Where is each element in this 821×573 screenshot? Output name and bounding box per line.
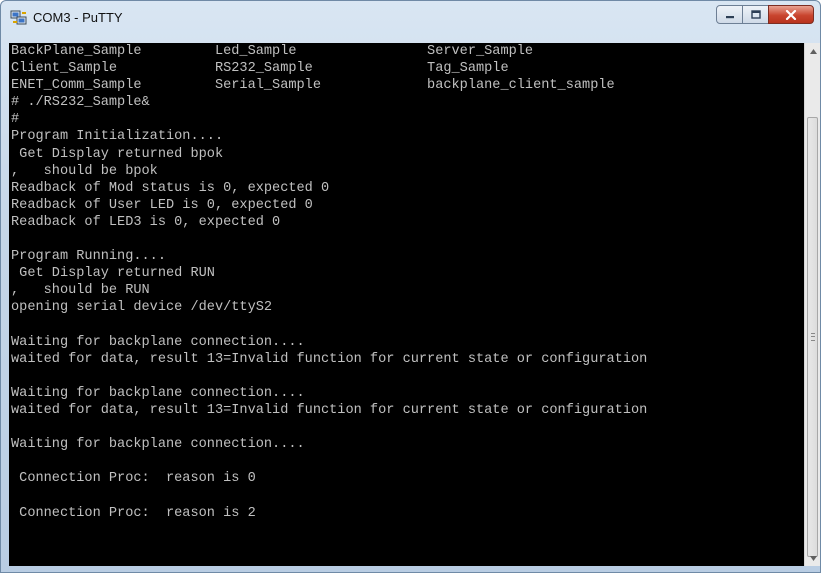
terminal-line: Get Display returned RUN — [11, 266, 215, 282]
window-title: COM3 - PuTTY — [33, 10, 123, 25]
minimize-icon — [725, 15, 734, 18]
terminal-line: Connection Proc: reason is 0 — [11, 471, 256, 487]
terminal-line: Waiting for backplane connection.... — [11, 334, 305, 350]
close-icon — [785, 9, 797, 20]
terminal-line: Readback of Mod status is 0, expected 0 — [11, 180, 330, 196]
terminal-line: Client_Sample RS232_Sample Tag_Sample — [11, 61, 509, 77]
terminal-line: Program Running.... — [11, 249, 166, 265]
terminal-line: , should be bpok — [11, 163, 158, 179]
close-button[interactable] — [768, 5, 814, 24]
putty-window: COM3 - PuTTY BackPlane_Sample Led_Sample… — [0, 0, 821, 573]
scrollbar-grip — [811, 333, 815, 341]
minimize-button[interactable] — [716, 5, 743, 24]
terminal-line: Program Initialization.... — [11, 129, 224, 145]
terminal-line: Waiting for backplane connection.... — [11, 385, 305, 401]
terminal-line: opening serial device /dev/ttyS2 — [11, 300, 273, 316]
terminal-line: , should be RUN — [11, 283, 150, 299]
terminal-line: Connection Proc: reason is 2 — [11, 505, 256, 521]
terminal-line: ENET_Comm_Sample Serial_Sample backplane… — [11, 78, 615, 94]
terminal-line: # ./RS232_Sample& — [11, 95, 150, 111]
maximize-icon — [750, 10, 761, 19]
window-controls — [716, 5, 814, 24]
scrollbar-thumb[interactable] — [807, 117, 818, 557]
terminal-output[interactable]: BackPlane_Sample Led_Sample Server_Sampl… — [9, 43, 804, 566]
scroll-down-arrow-icon — [809, 555, 817, 561]
scroll-up-arrow-icon — [809, 48, 817, 54]
putty-computers-icon[interactable] — [10, 10, 28, 26]
terminal-line: BackPlane_Sample Led_Sample Server_Sampl… — [11, 44, 534, 59]
vertical-scrollbar[interactable] — [804, 43, 820, 566]
scroll-up-button[interactable] — [805, 43, 821, 59]
terminal-line: Waiting for backplane connection.... — [11, 437, 305, 453]
terminal-line: Readback of User LED is 0, expected 0 — [11, 197, 313, 213]
terminal-line: Readback of LED3 is 0, expected 0 — [11, 214, 281, 230]
terminal-line: Get Display returned bpok — [11, 146, 224, 162]
title-bar[interactable]: COM3 - PuTTY — [1, 1, 820, 35]
terminal-line: # — [11, 112, 20, 128]
maximize-button[interactable] — [742, 5, 769, 24]
terminal-line: waited for data, result 13=Invalid funct… — [11, 402, 648, 418]
scroll-down-button[interactable] — [805, 550, 821, 566]
terminal-line: waited for data, result 13=Invalid funct… — [11, 351, 648, 367]
